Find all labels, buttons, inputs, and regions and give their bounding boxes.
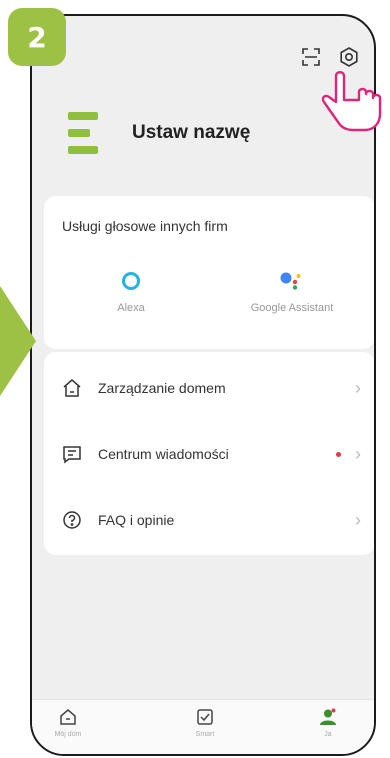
profile-header[interactable]: Ustaw nazwę	[68, 112, 250, 154]
chevron-right-icon: ›	[355, 443, 361, 464]
help-icon	[60, 508, 84, 532]
menu-item-label: FAQ i opinie	[98, 512, 175, 528]
pointer-arrow-icon	[0, 286, 36, 396]
bottom-navigation: Mój dom Smart Ja	[32, 699, 374, 754]
nav-item-my-home[interactable]: Mój dom	[38, 706, 98, 738]
settings-menu-card: Zarządzanie domem › Centrum wiadomości ›	[44, 352, 374, 555]
profile-icon	[298, 706, 358, 728]
voice-services-title: Usługi głosowe innych firm	[62, 218, 228, 234]
unread-dot	[336, 451, 341, 457]
chevron-right-icon: ›	[355, 509, 361, 530]
settings-icon[interactable]	[338, 46, 360, 68]
menu-item-label: Zarządzanie domem	[98, 380, 226, 396]
chevron-right-icon: ›	[355, 377, 361, 398]
alexa-icon	[56, 268, 206, 294]
top-toolbar	[300, 46, 360, 68]
profile-name[interactable]: Ustaw nazwę	[132, 122, 250, 144]
home-icon	[60, 376, 84, 400]
voice-item-label: Google Assistant	[250, 302, 334, 314]
tap-hand-icon	[320, 70, 390, 145]
step-badge: 2	[8, 8, 66, 66]
google-assistant-icon	[217, 268, 367, 294]
voice-item-alexa[interactable]: Alexa	[56, 268, 206, 314]
home-icon	[38, 706, 98, 728]
brand-logo	[68, 112, 98, 154]
message-icon	[60, 442, 84, 466]
nav-item-label: Ja	[324, 731, 332, 738]
nav-item-label: Smart	[195, 731, 215, 738]
nav-item-smart[interactable]: Smart	[175, 706, 235, 738]
menu-item-message-center[interactable]: Centrum wiadomości ›	[44, 424, 374, 484]
scan-icon[interactable]	[300, 46, 322, 68]
voice-services-card: Usługi głosowe innych firm Alexa Google …	[44, 196, 374, 349]
nav-item-label: Mój dom	[54, 731, 82, 738]
menu-item-faq[interactable]: FAQ i opinie ›	[44, 490, 374, 550]
checkbox-icon	[175, 706, 235, 728]
menu-item-home-management[interactable]: Zarządzanie domem ›	[44, 358, 374, 418]
nav-item-me[interactable]: Ja	[298, 706, 358, 738]
menu-item-label: Centrum wiadomości	[98, 446, 229, 462]
voice-item-label: Alexa	[117, 302, 145, 314]
voice-item-google-assistant[interactable]: Google Assistant	[217, 268, 367, 314]
